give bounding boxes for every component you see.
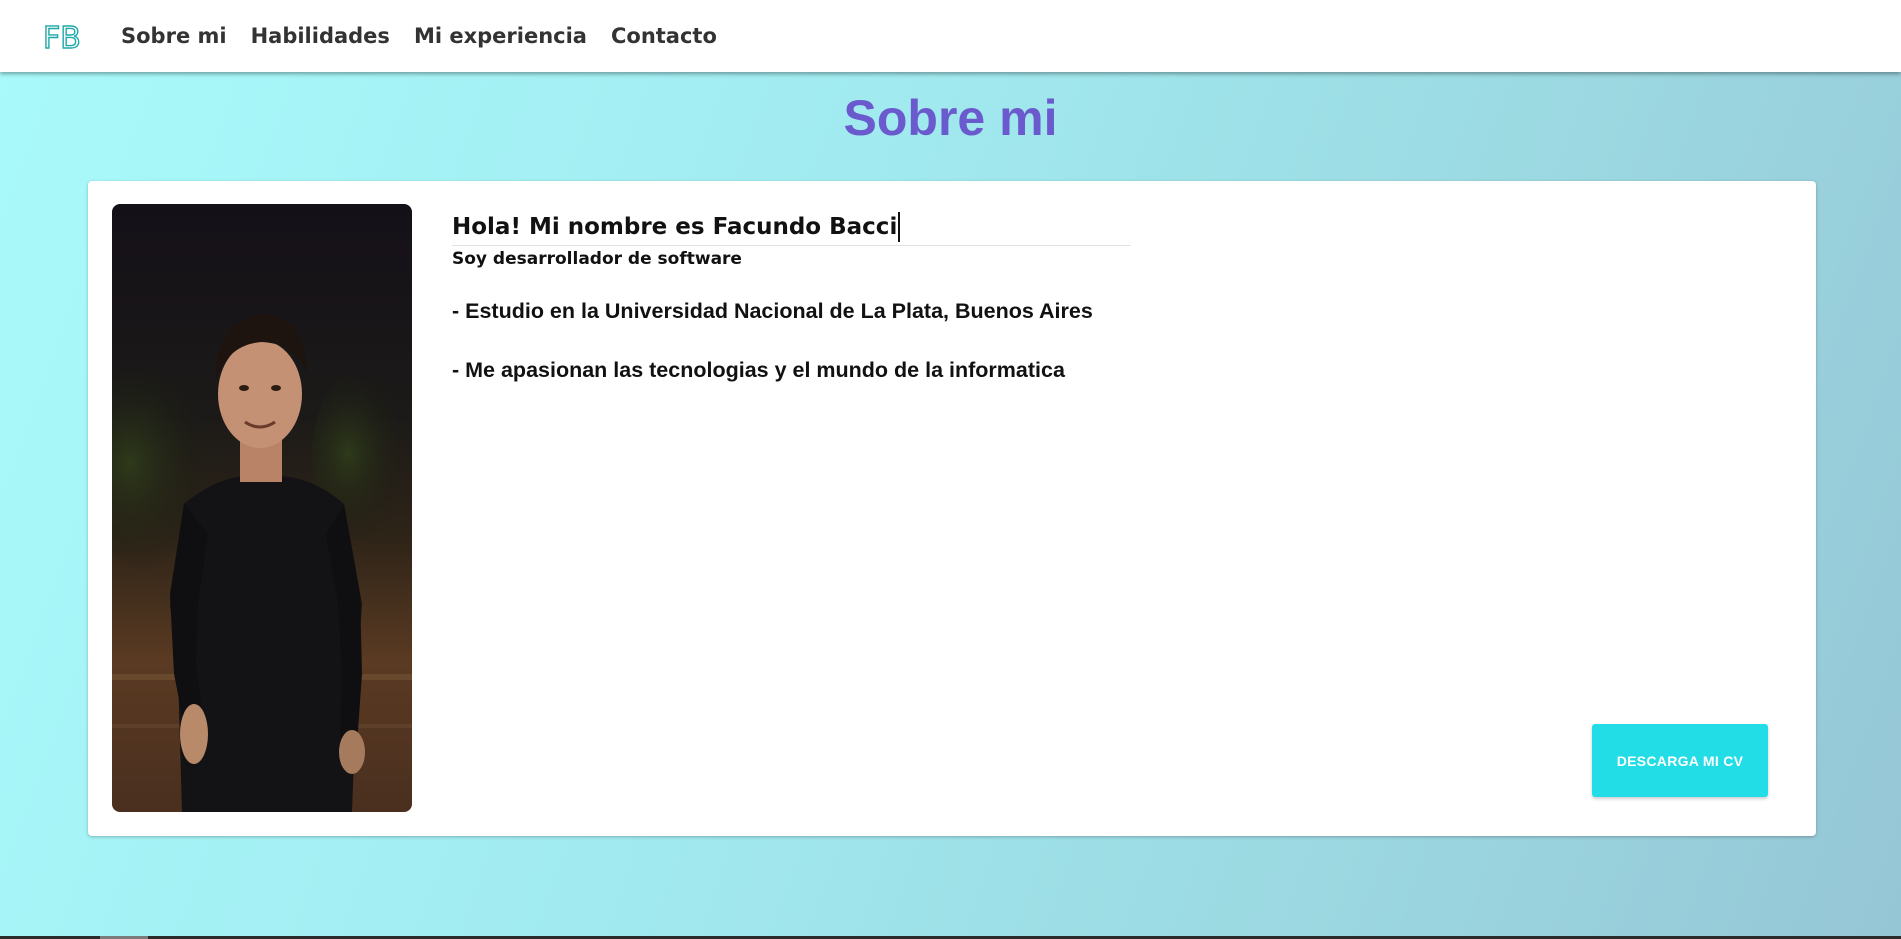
section-title: Sobre mi xyxy=(843,90,1058,146)
nav-link-habilidades[interactable]: Habilidades xyxy=(251,22,390,50)
greeting-heading: Hola! Mi nombre es Facundo Bacci xyxy=(452,214,898,240)
about-text: Hola! Mi nombre es Facundo Bacci Soy des… xyxy=(452,211,1152,384)
role-subtitle: Soy desarrollador de software xyxy=(452,249,742,269)
nav-link-mi-experiencia[interactable]: Mi experiencia xyxy=(414,22,587,50)
top-navbar: FB Sobre mi Habilidades Mi experiencia C… xyxy=(0,0,1901,72)
nav-menu: Sobre mi Habilidades Mi experiencia Cont… xyxy=(121,22,741,50)
about-card: Hola! Mi nombre es Facundo Bacci Soy des… xyxy=(88,181,1816,836)
download-cv-button[interactable]: DESCARGA MI CV xyxy=(1592,724,1768,797)
greeting-line: Hola! Mi nombre es Facundo Bacci xyxy=(452,211,1131,246)
nav-link-contacto[interactable]: Contacto xyxy=(611,22,717,50)
bio-bullet-interests: - Me apasionan las tecnologias y el mund… xyxy=(452,358,1065,382)
logo[interactable]: FB xyxy=(42,19,81,56)
nav-link-sobre-mi[interactable]: Sobre mi xyxy=(121,22,227,50)
text-caret xyxy=(898,212,901,242)
profile-photo xyxy=(112,204,412,812)
logo-text: FB xyxy=(43,21,80,53)
bio-bullet-education: - Estudio en la Universidad Nacional de … xyxy=(452,299,1093,323)
